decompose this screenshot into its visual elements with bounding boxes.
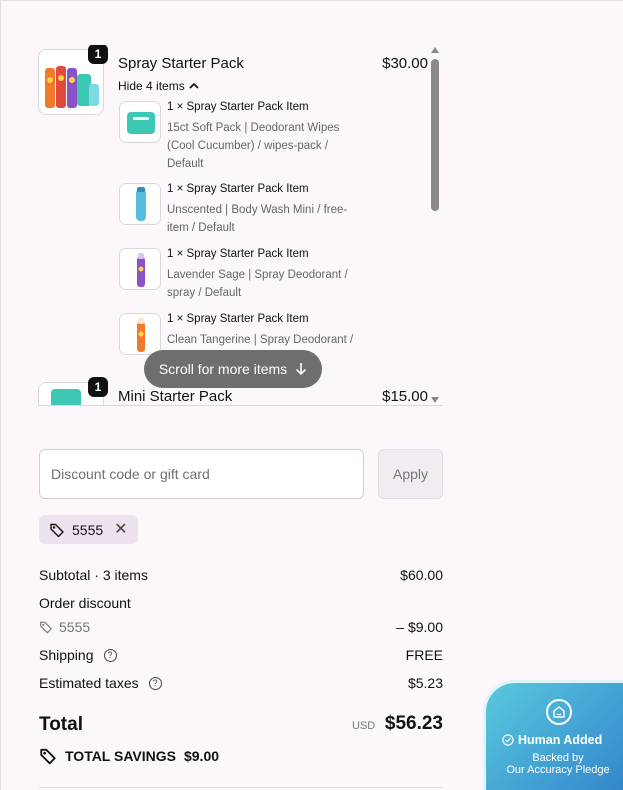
total-currency: USD	[352, 720, 376, 732]
remove-discount-icon[interactable]: ✕	[114, 521, 127, 538]
bundle-item-thumbnail	[119, 183, 161, 225]
tag-icon	[50, 523, 64, 537]
cart-scrollbar[interactable]	[430, 47, 440, 403]
hide-items-toggle[interactable]: Hide 4 items	[118, 79, 199, 93]
quantity-badge: 1	[88, 45, 108, 64]
scroll-more-label: Scroll for more items	[158, 361, 288, 377]
badge-line2: Our Accuracy Pledge	[506, 764, 610, 776]
product-price: $15.00	[382, 388, 428, 405]
discount-code-input[interactable]	[39, 449, 364, 499]
bundle-item-description: Unscented | Body Wash Mini / free-item /…	[167, 204, 348, 234]
order-discount-label: Order discount	[39, 595, 131, 611]
body-wash-image	[136, 187, 146, 221]
applied-code-text: 5555	[72, 521, 104, 538]
check-circle-icon	[502, 734, 514, 746]
product-title: Spray Starter Pack	[118, 55, 244, 72]
scroll-up-arrow-icon[interactable]	[431, 47, 439, 53]
order-discount-code: 5555	[59, 619, 91, 635]
badge-line1: Backed by	[532, 752, 584, 764]
badge-title-text: Human Added	[518, 733, 603, 747]
bundle-item-name: 1 × Spray Starter Pack Item	[167, 101, 309, 113]
apply-discount-button[interactable]: Apply	[378, 449, 443, 499]
subtotal-label: Subtotal · 3 items	[39, 567, 148, 583]
badge-title: Human Added	[502, 733, 602, 747]
wipes-pack-image	[127, 112, 155, 134]
scroll-more-button[interactable]: Scroll for more items	[144, 350, 322, 388]
accuracy-pledge-badge[interactable]: Human Added Backed by Our Accuracy Pledg…	[483, 680, 623, 790]
bundle-item-name: 1 × Spray Starter Pack Item	[167, 313, 309, 325]
shipping-help-icon[interactable]: ?	[103, 648, 117, 662]
shipping-label: Shipping	[39, 647, 94, 663]
bundle-item-description: Lavender Sage | Spray Deodorant / spray …	[167, 269, 348, 299]
product-price: $30.00	[382, 55, 428, 72]
bundle-item-thumbnail	[119, 101, 161, 143]
product-title: Mini Starter Pack	[118, 388, 233, 405]
total-label: Total	[39, 714, 83, 735]
bundle-item-description: 15ct Soft Pack | Deodorant Wipes (Cool C…	[167, 122, 340, 170]
savings-value: $9.00	[183, 748, 220, 764]
human-badge-icon	[546, 699, 572, 725]
subtotal-value: $60.00	[400, 567, 443, 583]
quantity-badge: 1	[88, 377, 108, 397]
badge-subtitle: Backed by Our Accuracy Pledge	[498, 752, 618, 776]
scroll-down-arrow-icon[interactable]	[431, 397, 439, 403]
toggle-label: Hide 4 items	[118, 79, 185, 93]
order-discount-value: – $9.00	[396, 619, 443, 635]
chevron-up-icon	[189, 82, 199, 89]
tag-icon	[40, 621, 52, 634]
left-edge-divider	[0, 1, 1, 790]
bundle-item-thumbnail	[119, 313, 161, 355]
taxes-value: $5.23	[407, 675, 443, 691]
taxes-help-icon[interactable]: ?	[148, 676, 162, 690]
total-savings: TOTAL SAVINGS $9.00	[39, 747, 219, 765]
spray-tangerine-image	[137, 318, 145, 352]
scrollbar-thumb[interactable]	[431, 59, 439, 211]
shipping-value: FREE	[405, 647, 443, 663]
total-value: $56.23	[384, 713, 443, 734]
bundle-item-description: Clean Tangerine | Spray Deodorant /	[167, 334, 354, 346]
applied-discount-tag: 5555 ✕	[39, 515, 138, 544]
savings-label: TOTAL SAVINGS	[65, 748, 176, 764]
bundle-item-thumbnail	[119, 248, 161, 290]
spray-lavender-image	[137, 253, 145, 287]
summary-divider	[39, 787, 443, 788]
savings-tag-icon	[40, 748, 56, 765]
bundle-item-name: 1 × Spray Starter Pack Item	[167, 248, 309, 260]
bundle-item-name: 1 × Spray Starter Pack Item	[167, 183, 309, 195]
taxes-label: Estimated taxes	[39, 675, 139, 691]
arrow-down-icon	[296, 363, 307, 376]
